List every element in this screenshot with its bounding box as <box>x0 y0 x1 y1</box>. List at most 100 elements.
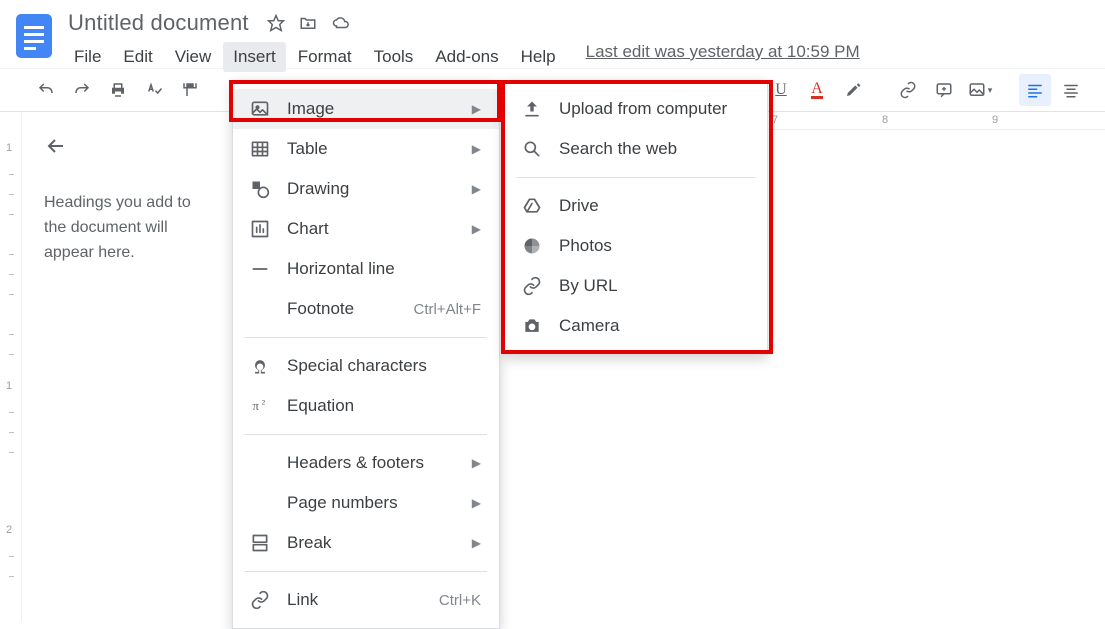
insert-item-link[interactable]: LinkCtrl+K <box>233 580 499 620</box>
cloud-status-icon[interactable] <box>331 14 351 32</box>
menu-item-label: By URL <box>559 276 749 296</box>
image-item-upload-from-computer[interactable]: Upload from computer <box>505 89 767 129</box>
hruler-mark: 8 <box>882 114 888 126</box>
submenu-arrow-icon: ▶ <box>472 102 481 116</box>
menu-item-label: Table <box>287 139 456 159</box>
chart-icon <box>249 219 271 239</box>
menu-item-label: Horizontal line <box>287 259 481 279</box>
submenu-arrow-icon: ▶ <box>472 496 481 510</box>
menu-item-label: Equation <box>287 396 481 416</box>
hruler-mark: 9 <box>992 114 998 126</box>
drive-icon <box>521 196 543 216</box>
submenu-arrow-icon: ▶ <box>472 142 481 156</box>
insert-item-special-characters[interactable]: Special characters <box>233 346 499 386</box>
align-left-button[interactable] <box>1019 74 1051 106</box>
menu-edit[interactable]: Edit <box>113 42 162 72</box>
menu-insert[interactable]: Insert <box>223 42 286 72</box>
submenu-arrow-icon: ▶ <box>472 182 481 196</box>
outline-panel: Headings you add to the document will ap… <box>22 112 232 621</box>
star-icon[interactable] <box>267 14 285 32</box>
table-icon <box>249 139 271 159</box>
omega-icon <box>249 356 271 376</box>
insert-menu: Image ▶ Table ▶ Drawing ▶ Chart ▶ Horizontal lin… <box>232 80 500 629</box>
svg-text:π: π <box>253 399 260 413</box>
undo-button[interactable] <box>30 74 62 106</box>
insert-item-break[interactable]: Break ▶ <box>233 523 499 563</box>
menu-tools[interactable]: Tools <box>364 42 424 72</box>
menu-item-label: Search the web <box>559 139 749 159</box>
menu-item-label: Camera <box>559 316 749 336</box>
insert-item-table[interactable]: Table ▶ <box>233 129 499 169</box>
insert-item-footnote[interactable]: Footnote Ctrl+Alt+F <box>233 289 499 329</box>
image-submenu: Upload from computer Search the web Drive P… <box>504 80 768 355</box>
submenu-arrow-icon: ▶ <box>472 222 481 236</box>
menu-shortcut: Ctrl+Alt+F <box>413 301 481 318</box>
outline-empty-text: Headings you add to the document will ap… <box>44 191 216 265</box>
vruler-mark: 1 <box>6 380 12 392</box>
pi-icon: π2 <box>249 396 271 416</box>
image-item-by-url[interactable]: By URL <box>505 266 767 306</box>
menu-addons[interactable]: Add-ons <box>425 42 508 72</box>
insert-image-button[interactable]: ▾ <box>964 74 996 106</box>
vertical-ruler: 1 1 2 <box>0 112 22 621</box>
image-item-drive[interactable]: Drive <box>505 186 767 226</box>
menu-item-label: Footnote <box>287 299 397 319</box>
menu-item-label: Drive <box>559 196 749 216</box>
insert-item-equation[interactable]: π2 Equation <box>233 386 499 426</box>
move-icon[interactable] <box>299 14 317 32</box>
menu-format[interactable]: Format <box>288 42 362 72</box>
drawing-icon <box>249 179 271 199</box>
print-button[interactable] <box>102 74 134 106</box>
menu-item-label: Break <box>287 533 456 553</box>
insert-item-chart[interactable]: Chart ▶ <box>233 209 499 249</box>
menubar: File Edit View Insert Format Tools Add-o… <box>64 38 1095 72</box>
menu-item-label: Special characters <box>287 356 481 376</box>
document-title[interactable]: Untitled document <box>64 10 253 36</box>
search-icon <box>521 139 543 159</box>
docs-logo[interactable] <box>10 8 58 64</box>
underline-button[interactable]: U <box>765 74 797 106</box>
photos-icon <box>521 236 543 256</box>
submenu-arrow-icon: ▶ <box>472 536 481 550</box>
insert-item-drawing[interactable]: Drawing ▶ <box>233 169 499 209</box>
insert-item-image[interactable]: Image ▶ <box>233 89 499 129</box>
menu-item-label: Page numbers <box>287 493 456 513</box>
upload-icon <box>521 99 543 119</box>
menu-help[interactable]: Help <box>511 42 566 72</box>
image-item-photos[interactable]: Photos <box>505 226 767 266</box>
add-comment-button[interactable] <box>928 74 960 106</box>
insert-item-page-numbers[interactable]: Page numbers ▶ <box>233 483 499 523</box>
image-item-search-the-web[interactable]: Search the web <box>505 129 767 169</box>
hr-icon <box>249 259 271 279</box>
submenu-arrow-icon: ▶ <box>472 456 481 470</box>
vruler-mark: 2 <box>6 524 12 536</box>
close-outline-button[interactable] <box>44 134 216 161</box>
insert-item-headers-footers[interactable]: Headers & footers ▶ <box>233 443 499 483</box>
menu-item-label: Upload from computer <box>559 99 749 119</box>
menu-item-label: Chart <box>287 219 456 239</box>
highlight-button[interactable] <box>837 74 869 106</box>
link-icon <box>249 590 271 610</box>
menu-item-label: Image <box>287 99 456 119</box>
insert-item-horizontal-line[interactable]: Horizontal line <box>233 249 499 289</box>
hruler-mark: 7 <box>772 114 778 126</box>
menu-item-label: Photos <box>559 236 749 256</box>
align-center-button[interactable] <box>1055 74 1087 106</box>
image-icon <box>249 99 271 119</box>
svg-text:2: 2 <box>262 399 266 406</box>
spellcheck-button[interactable] <box>138 74 170 106</box>
menu-item-label: Headers & footers <box>287 453 456 473</box>
insert-link-button[interactable] <box>892 74 924 106</box>
paint-format-button[interactable] <box>174 74 206 106</box>
menu-item-label: Drawing <box>287 179 456 199</box>
url-icon <box>521 276 543 296</box>
last-edit-link[interactable]: Last edit was yesterday at 10:59 PM <box>586 42 860 72</box>
menu-file[interactable]: File <box>64 42 111 72</box>
menu-shortcut: Ctrl+K <box>439 592 481 609</box>
redo-button[interactable] <box>66 74 98 106</box>
menu-view[interactable]: View <box>165 42 222 72</box>
camera-icon <box>521 316 543 336</box>
image-item-camera[interactable]: Camera <box>505 306 767 346</box>
text-color-button[interactable]: A <box>801 74 833 106</box>
vruler-mark: 1 <box>6 142 12 154</box>
